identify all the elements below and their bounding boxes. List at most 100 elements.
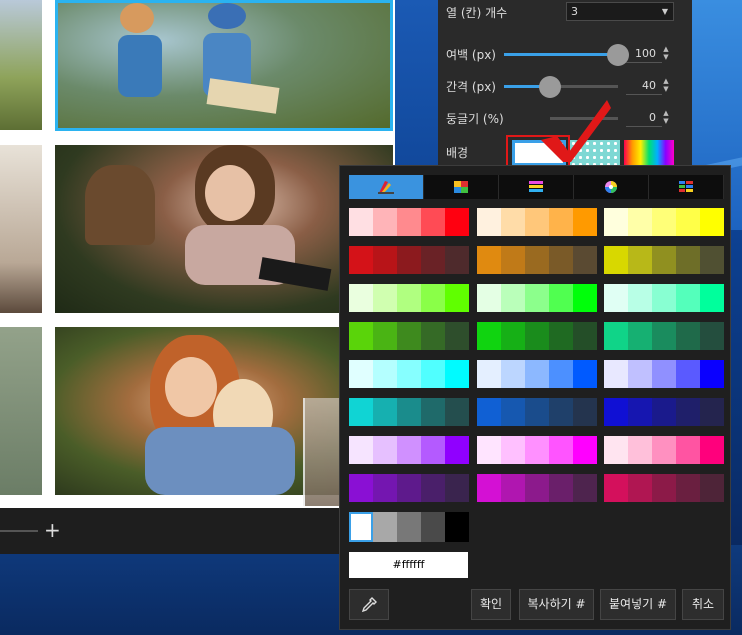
tab-color-list[interactable] [649, 175, 724, 199]
color-swatch[interactable] [373, 284, 397, 312]
color-swatch[interactable] [445, 246, 469, 274]
color-swatch[interactable] [349, 246, 373, 274]
color-swatch[interactable] [628, 398, 652, 426]
gray-swatch[interactable] [397, 512, 421, 542]
color-swatch[interactable] [501, 246, 525, 274]
tab-palette-grid[interactable] [424, 175, 499, 199]
color-swatch[interactable] [501, 436, 525, 464]
color-swatch[interactable] [628, 360, 652, 388]
color-swatch[interactable] [628, 436, 652, 464]
color-swatch[interactable] [700, 436, 724, 464]
color-swatch[interactable] [349, 436, 373, 464]
color-swatch[interactable] [421, 436, 445, 464]
color-swatch[interactable] [549, 436, 573, 464]
color-swatch[interactable] [573, 284, 597, 312]
color-swatch[interactable] [604, 208, 628, 236]
color-swatch[interactable] [373, 360, 397, 388]
color-swatch[interactable] [525, 360, 549, 388]
paste-hex-button[interactable]: 붙여넣기 # [600, 589, 676, 620]
color-swatch[interactable] [373, 436, 397, 464]
color-swatch[interactable] [525, 398, 549, 426]
color-swatch[interactable] [525, 284, 549, 312]
color-swatch[interactable] [373, 398, 397, 426]
color-swatch[interactable] [349, 322, 373, 350]
rounding-spinner-icon[interactable]: ▲ ▼ [660, 109, 672, 127]
color-swatch[interactable] [700, 398, 724, 426]
color-swatch[interactable] [628, 208, 652, 236]
color-swatch[interactable] [477, 246, 501, 274]
color-swatch[interactable] [573, 322, 597, 350]
color-swatch[interactable] [573, 360, 597, 388]
color-swatch[interactable] [397, 208, 421, 236]
color-swatch[interactable] [604, 436, 628, 464]
color-swatch[interactable] [525, 208, 549, 236]
color-swatch[interactable] [549, 398, 573, 426]
tab-swatch-fan[interactable] [349, 175, 424, 199]
photo-cell-kids-reading[interactable] [55, 0, 393, 131]
margin-value[interactable]: 100 [626, 44, 662, 63]
color-swatch[interactable] [549, 208, 573, 236]
color-swatch[interactable] [573, 474, 597, 502]
color-swatch[interactable] [676, 398, 700, 426]
color-swatch[interactable] [573, 398, 597, 426]
color-swatch[interactable] [349, 284, 373, 312]
color-swatch[interactable] [604, 246, 628, 274]
color-swatch[interactable] [652, 474, 676, 502]
color-swatch[interactable] [445, 208, 469, 236]
color-swatch[interactable] [652, 284, 676, 312]
color-swatch[interactable] [421, 474, 445, 502]
rounding-value[interactable]: 0 [626, 108, 662, 127]
color-swatch[interactable] [421, 322, 445, 350]
color-swatch[interactable] [421, 360, 445, 388]
color-swatch[interactable] [445, 284, 469, 312]
color-swatch[interactable] [421, 246, 445, 274]
tab-gradient-bars[interactable] [499, 175, 574, 199]
color-swatch[interactable] [525, 322, 549, 350]
color-swatch[interactable] [373, 474, 397, 502]
spacing-slider-thumb[interactable] [539, 76, 561, 98]
zoom-in-icon[interactable]: + [44, 518, 61, 542]
color-swatch[interactable] [676, 208, 700, 236]
color-swatch[interactable] [604, 398, 628, 426]
color-swatch[interactable] [349, 474, 373, 502]
color-swatch[interactable] [445, 398, 469, 426]
color-swatch[interactable] [549, 284, 573, 312]
cancel-button[interactable]: 취소 [682, 589, 724, 620]
spacing-spinner-icon[interactable]: ▲ ▼ [660, 77, 672, 95]
color-swatch[interactable] [477, 208, 501, 236]
color-swatch[interactable] [700, 322, 724, 350]
color-swatch[interactable] [573, 246, 597, 274]
color-swatch[interactable] [477, 398, 501, 426]
color-swatch[interactable] [700, 208, 724, 236]
color-swatch[interactable] [652, 246, 676, 274]
color-swatch[interactable] [373, 208, 397, 236]
color-swatch[interactable] [700, 246, 724, 274]
photo-cell-left-top[interactable] [0, 0, 42, 130]
color-swatch[interactable] [397, 436, 421, 464]
color-swatch[interactable] [397, 322, 421, 350]
color-swatch[interactable] [628, 322, 652, 350]
color-swatch[interactable] [700, 474, 724, 502]
color-swatch[interactable] [477, 284, 501, 312]
color-swatch[interactable] [445, 360, 469, 388]
color-swatch[interactable] [397, 398, 421, 426]
color-swatch[interactable] [652, 322, 676, 350]
color-swatch[interactable] [604, 284, 628, 312]
copy-hex-button[interactable]: 복사하기 # [519, 589, 594, 620]
color-swatch[interactable] [421, 284, 445, 312]
color-swatch[interactable] [604, 322, 628, 350]
color-swatch[interactable] [477, 474, 501, 502]
color-swatch[interactable] [525, 474, 549, 502]
color-swatch[interactable] [549, 322, 573, 350]
color-swatch[interactable] [676, 360, 700, 388]
color-swatch[interactable] [349, 360, 373, 388]
color-swatch[interactable] [445, 436, 469, 464]
eyedropper-button[interactable] [349, 589, 389, 620]
color-swatch[interactable] [652, 360, 676, 388]
color-swatch[interactable] [573, 436, 597, 464]
color-swatch[interactable] [477, 436, 501, 464]
color-swatch[interactable] [501, 322, 525, 350]
color-swatch[interactable] [477, 322, 501, 350]
color-swatch[interactable] [349, 208, 373, 236]
columns-select[interactable]: 3 ▼ [566, 2, 674, 21]
